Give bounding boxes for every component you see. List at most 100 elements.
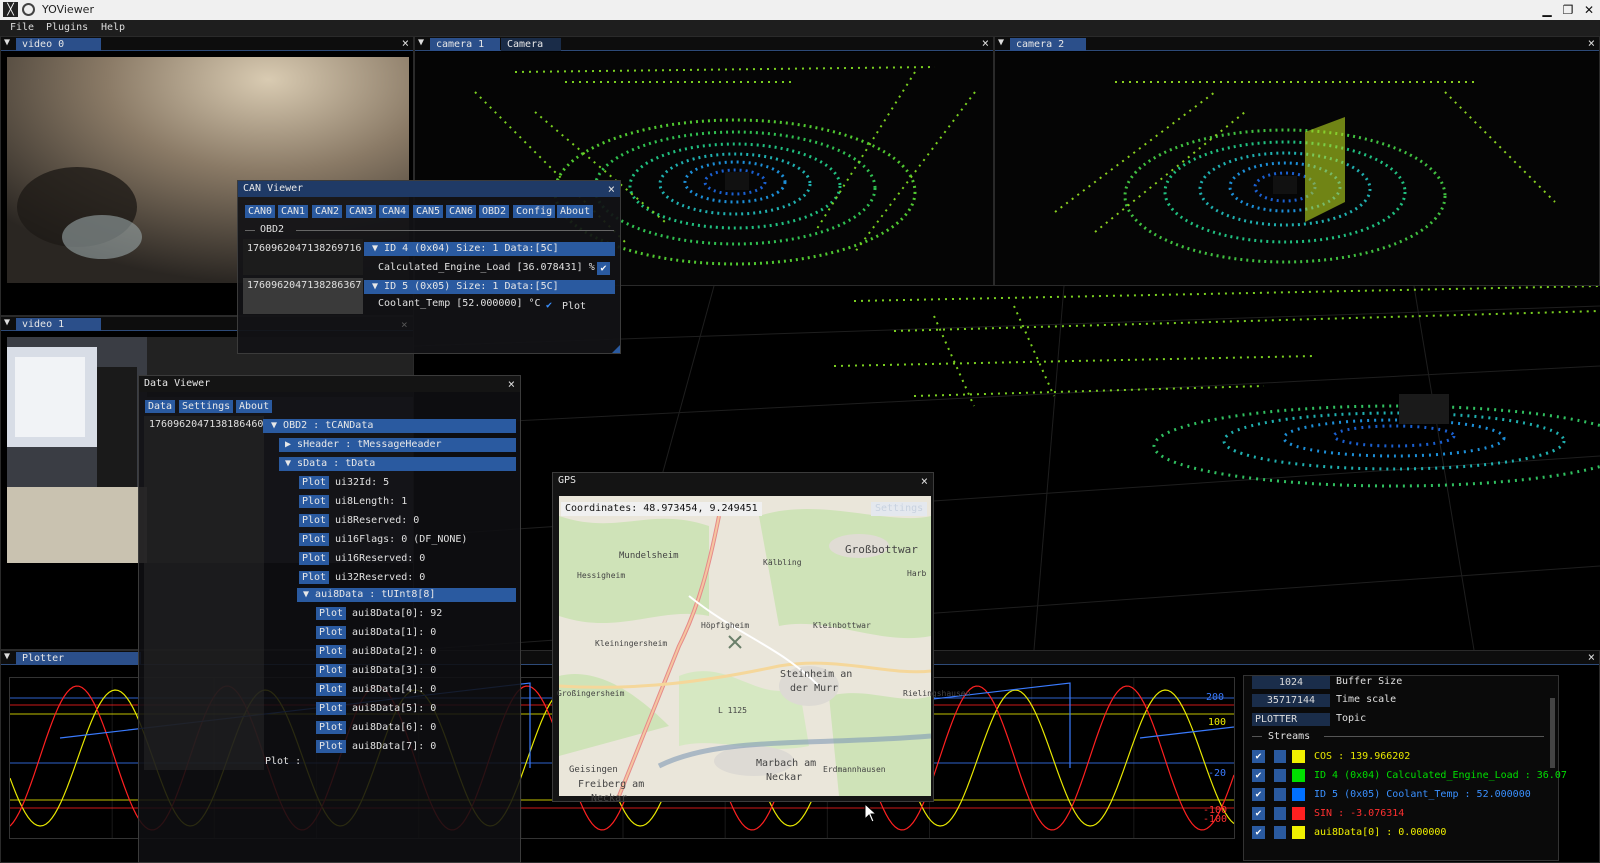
check-icon[interactable]: ✔ [546,300,552,311]
stream-color-swatch[interactable] [1292,788,1305,801]
plot-button[interactable]: Plot [316,721,347,734]
tab-data[interactable]: Data [145,400,176,413]
menu-help[interactable]: Help [101,22,125,33]
tab-camera[interactable]: Camera [501,38,561,51]
menu-plugins[interactable]: Plugins [46,22,88,33]
stream-toggle[interactable] [1274,750,1286,763]
close-icon[interactable]: × [608,181,615,197]
tab-can5[interactable]: CAN5 [413,205,444,218]
collapse-icon[interactable]: ▼ [998,37,1004,48]
plot-checkbox[interactable]: ✔ [597,262,610,275]
tab-video0[interactable]: video 0 [16,38,101,51]
plot-button[interactable]: Plot [299,552,330,565]
tree-root[interactable]: ▼ OBD2 : tCANData [263,419,516,433]
gps-title: GPS [553,473,933,489]
stream-label: COS : 139.966202 [1314,751,1411,762]
tab-obd2[interactable]: OBD2 [479,205,510,218]
stream-toggle[interactable] [1274,807,1286,820]
tab-about[interactable]: About [236,400,273,413]
close-icon[interactable]: ✕ [1581,2,1597,18]
stream-toggle[interactable] [1274,769,1286,782]
tab-can1[interactable]: CAN1 [278,205,309,218]
stream-toggle[interactable] [1274,826,1286,839]
plot-button[interactable]: Plot [316,683,347,696]
time-scale-input[interactable]: 35717144 [1252,694,1330,707]
separator [245,230,255,231]
plot-button[interactable]: Plot [316,645,347,658]
stream-color-swatch[interactable] [1292,807,1305,820]
tab-about[interactable]: About [557,205,594,218]
close-icon[interactable]: × [401,318,408,331]
plot-button[interactable]: Plot [316,664,347,677]
mouse-cursor-icon [864,803,878,823]
buffer-size-input[interactable]: 1024 [1252,676,1330,689]
close-icon[interactable]: × [1588,37,1595,50]
stream-checkbox[interactable]: ✔ [1252,769,1265,782]
close-icon[interactable]: × [402,37,409,50]
tab-can0[interactable]: CAN0 [245,205,276,218]
resize-grip[interactable] [612,345,620,353]
plot-button[interactable]: Plot [316,607,347,620]
collapse-icon[interactable]: ▼ [418,37,424,48]
stream-color-swatch[interactable] [1292,769,1305,782]
array-item-value: aui8Data[2]: 0 [352,646,437,657]
map-place-label: Neckar [591,793,628,804]
row-timestamp: 1760962047138286367 [247,280,362,291]
separator [1324,736,1544,737]
collapse-icon[interactable]: ▼ [4,37,10,48]
array-item-value: aui8Data[3]: 0 [352,665,437,676]
message-header[interactable]: ▼ ID 5 (0x05) Size: 1 Data:[5C] [364,280,615,294]
tab-plotter[interactable]: Plotter [16,652,141,665]
tab-can2[interactable]: CAN2 [312,205,343,218]
tree-expand-icon: ▼ [303,589,316,600]
close-icon[interactable]: × [921,473,928,489]
stream-checkbox[interactable]: ✔ [1252,807,1265,820]
map-settings-button[interactable]: Settings [871,502,928,516]
tree-expand-icon: ▼ [285,458,298,469]
separator [1252,736,1262,737]
map-place-label: Mundelsheim [619,551,679,561]
gps-window: GPS × Coordinates: 48.973454, 9.249451 S… [552,472,970,804]
map-place-label: Hessigheim [577,571,626,580]
tree-node-sdata[interactable]: ▼ sData : tData [279,457,516,471]
plot-button[interactable]: Plot [299,533,330,546]
stream-checkbox[interactable]: ✔ [1252,788,1265,801]
stream-checkbox[interactable]: ✔ [1252,750,1265,763]
stream-checkbox[interactable]: ✔ [1252,826,1265,839]
tab-can3[interactable]: CAN3 [346,205,377,218]
plot-button[interactable]: Plot [299,571,330,584]
tab-video1[interactable]: video 1 [16,318,101,331]
plot-button[interactable]: Plot [299,476,330,489]
close-icon[interactable]: × [508,376,515,392]
plot-button[interactable]: Plot [316,702,347,715]
tab-settings[interactable]: Settings [179,400,234,413]
tab-config[interactable]: Config [513,205,556,218]
plot-button[interactable]: Plot [299,495,330,508]
plot-button[interactable]: Plot [299,514,330,527]
collapse-icon[interactable]: ▼ [4,651,10,662]
tree-node-sheader[interactable]: ▶ sHeader : tMessageHeader [279,438,516,452]
tab-camera1[interactable]: camera 1 [430,38,500,51]
tab-camera2[interactable]: camera 2 [1010,38,1086,51]
map-place-label: Steinheim an [780,669,853,680]
plot-button[interactable]: Plot [316,740,347,753]
menu-file[interactable]: File [10,22,34,33]
close-icon[interactable]: × [1588,651,1595,664]
collapse-icon[interactable]: ▼ [4,317,10,328]
tab-can6[interactable]: CAN6 [446,205,477,218]
stream-toggle[interactable] [1274,788,1286,801]
stream-color-swatch[interactable] [1292,750,1305,763]
minimize-icon[interactable]: ▁ [1539,2,1555,18]
map-place-label: L 1125 [718,706,747,715]
field-value: ui32Reserved: 0 [335,572,426,583]
scrollbar[interactable] [1550,698,1555,768]
row-timestamp: 1760962047138269716 [247,243,362,254]
tab-can4[interactable]: CAN4 [379,205,410,218]
stream-color-swatch[interactable] [1292,826,1305,839]
close-icon[interactable]: × [982,37,989,50]
topic-input[interactable]: PLOTTER [1252,713,1330,726]
maximize-icon[interactable]: ❐ [1560,2,1576,18]
plot-button[interactable]: Plot [316,626,347,639]
tree-node-array[interactable]: ▼ aui8Data : tUInt8[8] [297,588,516,602]
message-header[interactable]: ▼ ID 4 (0x04) Size: 1 Data:[5C] [364,242,615,256]
